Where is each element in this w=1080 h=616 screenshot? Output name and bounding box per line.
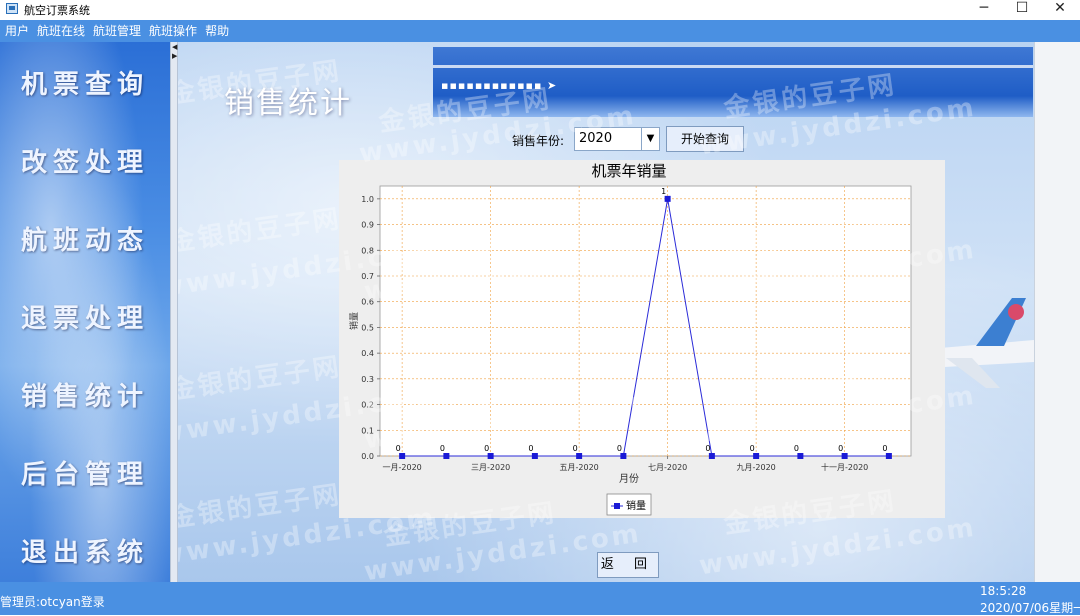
x-tick-label: 十一月-2020 — [821, 462, 868, 472]
y-tick-label: 0.9 — [361, 221, 374, 230]
data-label: 0 — [794, 444, 799, 453]
menu-bar: 用户 航班在线 航班管理 航班操作 帮助 — [0, 20, 1080, 42]
sidebar-item-refund[interactable]: 退票处理 — [0, 298, 170, 335]
y-tick-label: 0.8 — [361, 246, 374, 255]
sidebar-item-exit[interactable]: 退出系统 — [0, 532, 170, 569]
data-label: 1 — [661, 187, 666, 196]
data-point — [753, 453, 760, 459]
y-tick-label: 0.1 — [361, 426, 374, 435]
year-select-value: 2020 — [579, 131, 613, 146]
data-label: 0 — [440, 444, 445, 453]
content-panel: ▪▪▪▪▪▪▪▪▪▪▪▪ ➤ 销售统计 销售年份: 2020 ▼ 开始查询 机票… — [178, 42, 1034, 582]
data-label: 0 — [705, 444, 710, 453]
data-point — [885, 453, 892, 459]
header-banner: ▪▪▪▪▪▪▪▪▪▪▪▪ ➤ — [433, 47, 1033, 117]
chart-title: 机票年销量 — [591, 162, 666, 180]
menu-help[interactable]: 帮助 — [202, 20, 232, 42]
legend-label: 销量 — [626, 499, 646, 512]
sidebar-item-flight-status[interactable]: 航班动态 — [0, 220, 170, 257]
menu-user[interactable]: 用户 — [2, 20, 32, 42]
data-point — [531, 453, 538, 459]
sidebar-item-ticket-query[interactable]: 机票查询 — [0, 64, 170, 101]
banner-arrow-decoration: ▪▪▪▪▪▪▪▪▪▪▪▪ ➤ — [441, 79, 558, 92]
y-tick-label: 0.5 — [361, 323, 374, 332]
y-tick-label: 0.0 — [361, 452, 374, 461]
page-title: 销售统计 — [224, 86, 352, 121]
x-tick-label: 五月-2020 — [560, 463, 599, 472]
sales-chart: 机票年销量 0.00.10.20.30.40.50.60.70.80.91.0 … — [348, 162, 912, 516]
chart-legend: 销量 — [606, 493, 652, 516]
data-point — [708, 453, 715, 459]
watermark-url: www.jyddzi.com — [697, 512, 979, 582]
y-tick-label: 0.3 — [361, 375, 374, 384]
x-tick-label: 一月-2020 — [383, 463, 422, 472]
plot-area — [379, 185, 912, 457]
year-select[interactable]: 2020 ▼ — [574, 127, 660, 151]
data-point — [443, 453, 450, 459]
y-axis: 0.0 0.1 0.2 0.3 0.4 0.5 0.6 0.7 0.8 0.9 1.0 — [361, 195, 380, 461]
y-tick-label: 1.0 — [361, 195, 374, 204]
y-tick-label: 0.2 — [361, 401, 374, 410]
collapse-left-arrow-icon[interactable]: ◀ — [172, 44, 177, 51]
window-title: 航空订票系统 — [24, 4, 90, 17]
minimize-button[interactable]: ─ — [964, 0, 1004, 18]
x-axis: 一月-2020 三月-2020 五月-2020 七月-2020 九月-2020 十一月-2… — [383, 456, 890, 472]
data-label: 0 — [617, 444, 622, 453]
logged-in-user: 管理员:otcyan登录 — [0, 595, 105, 609]
data-label: 0 — [838, 444, 843, 453]
sidebar-item-rebook[interactable]: 改签处理 — [0, 142, 170, 179]
data-label: 0 — [396, 444, 401, 453]
data-point — [797, 453, 804, 459]
banner-highlight — [433, 65, 1033, 68]
data-label: 0 — [750, 444, 755, 453]
menu-flight-manage[interactable]: 航班管理 — [90, 20, 144, 42]
split-pane-divider[interactable]: ◀ ▶ — [170, 42, 178, 582]
app-icon — [6, 3, 18, 14]
data-point — [487, 453, 494, 459]
x-axis-label: 月份 — [619, 473, 639, 485]
data-label: 0 — [882, 444, 887, 453]
legend-marker — [614, 503, 620, 509]
start-query-button[interactable]: 开始查询 — [666, 126, 744, 152]
maximize-button[interactable]: ☐ — [1002, 0, 1042, 18]
close-button[interactable]: ✕ — [1040, 0, 1080, 18]
data-label: 0 — [484, 444, 489, 453]
y-tick-label: 0.4 — [361, 349, 374, 358]
chart-panel: 机票年销量 0.0 0.1 0.2 0.3 0.4 0.5 0.6 0.7 0.8 0.9 1.0 … — [339, 160, 945, 518]
data-point — [399, 453, 406, 459]
y-tick-label: 0.6 — [361, 298, 374, 307]
y-tick-label: 0.7 — [361, 272, 374, 281]
sidebar-item-sales-stats[interactable]: 销售统计 — [0, 376, 170, 413]
data-point — [620, 453, 627, 459]
chevron-down-icon[interactable]: ▼ — [641, 128, 659, 150]
x-tick-label: 七月-2020 — [648, 463, 687, 472]
watermark-text: 金银的豆子网 — [178, 352, 344, 406]
menu-flight-operate[interactable]: 航班操作 — [146, 20, 200, 42]
y-axis-label: 销量 — [348, 312, 360, 330]
status-bar: 管理员:otcyan登录 18:5:28 2020/07/06星期一 — [0, 582, 1080, 615]
data-label: 0 — [528, 444, 533, 453]
watermark-text: 金银的豆子网 — [178, 480, 344, 534]
data-point — [841, 453, 848, 459]
status-time: 18:5:28 — [980, 584, 1027, 598]
data-label: 0 — [573, 444, 578, 453]
right-edge-panel — [1034, 42, 1080, 582]
data-point — [664, 195, 671, 202]
data-point — [576, 453, 583, 459]
watermark-text: 金银的豆子网 — [178, 204, 344, 258]
menu-flight-online[interactable]: 航班在线 — [34, 20, 88, 42]
title-bar: 航空订票系统 ─ ☐ ✕ — [0, 0, 1080, 18]
sidebar-item-admin[interactable]: 后台管理 — [0, 454, 170, 491]
status-date: 2020/07/06星期一 — [980, 601, 1080, 615]
x-tick-label: 三月-2020 — [471, 463, 510, 472]
x-tick-label: 九月-2020 — [737, 463, 776, 472]
sales-year-label: 销售年份: — [512, 134, 565, 148]
sidebar: 机票查询 改签处理 航班动态 退票处理 销售统计 后台管理 退出系统 — [0, 42, 170, 582]
return-button[interactable]: 返 回 — [597, 552, 659, 578]
expand-right-arrow-icon[interactable]: ▶ — [172, 53, 177, 60]
